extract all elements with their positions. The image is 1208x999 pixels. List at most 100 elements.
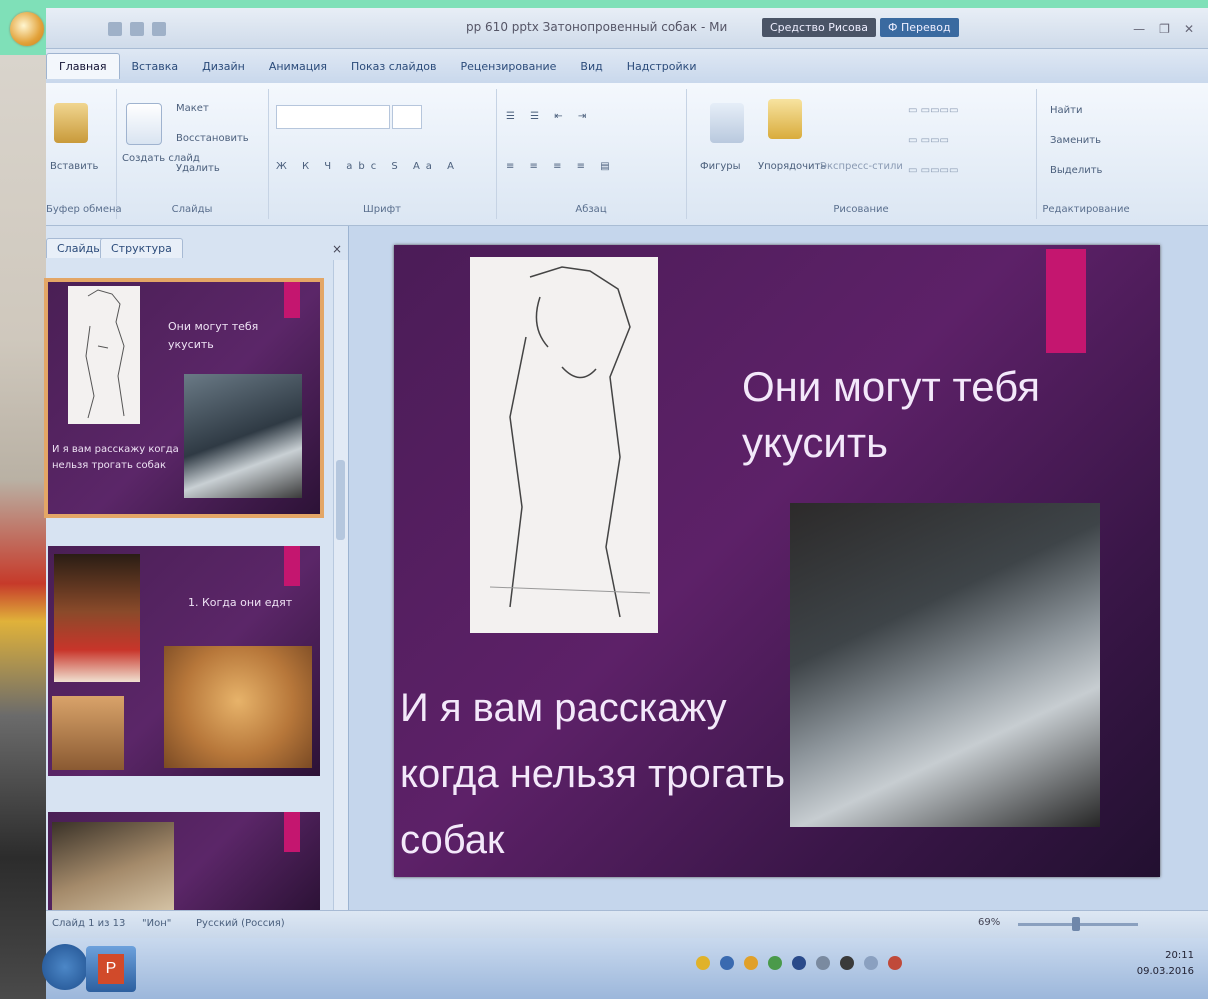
group-clipboard: Вставить Буфер обмена bbox=[46, 89, 122, 219]
undo-icon[interactable] bbox=[130, 22, 144, 36]
align-buttons[interactable]: ≡ ≡ ≡ ≡ ▤ bbox=[506, 161, 616, 172]
volume-icon[interactable] bbox=[840, 956, 854, 970]
tray-icon[interactable] bbox=[792, 956, 806, 970]
slides-panel: Слайды Структура × Они могут тебя укусит… bbox=[44, 226, 349, 910]
thumb-body: И я вам расскажу когда нельзя трогать со… bbox=[52, 444, 179, 471]
redo-icon[interactable] bbox=[152, 22, 166, 36]
reset-button[interactable]: Восстановить bbox=[176, 133, 249, 144]
quick-styles-button[interactable]: Экспресс-стили bbox=[820, 161, 903, 172]
network-icon[interactable] bbox=[864, 956, 878, 970]
clock-time: 20:11 bbox=[1165, 950, 1194, 961]
maximize-icon[interactable]: ❐ bbox=[1159, 22, 1170, 36]
tray-icon[interactable] bbox=[720, 956, 734, 970]
accent-bar bbox=[284, 812, 300, 852]
zoom-slider[interactable]: 69% bbox=[978, 915, 1188, 933]
font-format-buttons[interactable]: Ж К Ч abc S Aa A bbox=[276, 161, 460, 172]
start-button[interactable] bbox=[42, 944, 88, 990]
group-label: Рисование bbox=[833, 204, 889, 215]
paste-icon[interactable] bbox=[54, 103, 88, 143]
dog-sketch-image bbox=[68, 286, 140, 424]
replace-button[interactable]: Заменить bbox=[1050, 135, 1101, 146]
slide-title[interactable]: Они могут тебя укусить bbox=[742, 359, 1040, 471]
slide-body-line: когда нельзя трогать bbox=[400, 752, 786, 796]
tab-addins[interactable]: Надстройки bbox=[615, 54, 709, 79]
minimize-icon[interactable]: — bbox=[1133, 22, 1145, 36]
ribbon-tabs: Главная Вставка Дизайн Анимация Показ сл… bbox=[46, 49, 1208, 83]
quick-access-toolbar bbox=[108, 22, 166, 36]
title-bar: pp 610 pptx Затонопровенный собак - Mи С… bbox=[46, 8, 1208, 49]
shapes-button[interactable]: Фигуры bbox=[700, 161, 741, 172]
tray-icon[interactable] bbox=[768, 956, 782, 970]
slide-body-text[interactable]: И я вам расскажу когда нельзя трогать со… bbox=[400, 675, 785, 873]
tab-slideshow[interactable]: Показ слайдов bbox=[339, 54, 449, 79]
dog-sketch-image[interactable] bbox=[470, 257, 658, 633]
zoom-level[interactable]: 69% bbox=[978, 917, 1000, 928]
select-button[interactable]: Выделить bbox=[1050, 165, 1102, 176]
tab-animation[interactable]: Анимация bbox=[257, 54, 339, 79]
background-photo bbox=[0, 55, 46, 999]
thumb-title: 1. Когда они едят bbox=[188, 596, 293, 609]
tab-outline[interactable]: Структура bbox=[100, 238, 183, 258]
taskbar-powerpoint[interactable]: P bbox=[86, 946, 136, 992]
arrange-button[interactable]: Упорядочить bbox=[758, 161, 826, 172]
shape-outline-button[interactable]: ▭ ▭▭▭ bbox=[908, 135, 949, 146]
language-indicator[interactable]: Русский (Россия) bbox=[196, 918, 285, 929]
close-icon[interactable]: ✕ bbox=[1184, 22, 1194, 36]
dog-bite-photo[interactable] bbox=[790, 503, 1100, 827]
new-slide-icon[interactable] bbox=[126, 103, 162, 145]
paste-button[interactable]: Вставить bbox=[50, 161, 98, 172]
tray-icon[interactable] bbox=[744, 956, 758, 970]
tab-view[interactable]: Вид bbox=[568, 54, 614, 79]
taskbar: P 20:11 09.03.2016 bbox=[42, 938, 1208, 999]
dog-eating-photo bbox=[54, 554, 140, 682]
slide-counter: Слайд 1 из 13 bbox=[52, 918, 126, 929]
shape-fill-button[interactable]: ▭ ▭▭▭▭ bbox=[908, 105, 958, 116]
screen: pp 610 pptx Затонопровенный собак - Mи С… bbox=[0, 0, 1208, 999]
tab-insert[interactable]: Вставка bbox=[120, 54, 191, 79]
tab-review[interactable]: Рецензирование bbox=[449, 54, 569, 79]
slide-thumbnail-1[interactable]: Они могут тебя укусить И я вам расскажу … bbox=[44, 278, 324, 518]
panel-scrollbar[interactable] bbox=[333, 260, 348, 910]
delete-button[interactable]: Удалить bbox=[176, 163, 220, 174]
slide-thumbnail-2[interactable]: 1. Когда они едят bbox=[48, 546, 320, 776]
group-label: Абзац bbox=[575, 204, 607, 215]
shape-effects-button[interactable]: ▭ ▭▭▭▭ bbox=[908, 165, 958, 176]
font-size-select[interactable] bbox=[392, 105, 422, 129]
slide-title-line: укусить bbox=[742, 419, 888, 466]
window-title: pp 610 pptx Затонопровенный собак - Mи bbox=[466, 20, 728, 34]
current-slide[interactable]: Они могут тебя укусить И я вам расскажу … bbox=[394, 245, 1160, 877]
thumb-title: Они могут тебя укусить bbox=[168, 320, 259, 351]
tab-home[interactable]: Главная bbox=[46, 53, 120, 79]
accent-bar bbox=[284, 282, 300, 318]
slide-body-line: И я вам расскажу bbox=[400, 686, 727, 730]
group-editing: Найти Заменить Выделить Редактирование bbox=[1036, 89, 1136, 219]
contextual-tab-drawing[interactable]: Средство Рисова bbox=[762, 18, 876, 37]
tray-icon[interactable] bbox=[696, 956, 710, 970]
group-label: Буфер обмена bbox=[46, 204, 122, 215]
close-icon[interactable]: × bbox=[332, 242, 342, 256]
find-button[interactable]: Найти bbox=[1050, 105, 1082, 116]
tab-design[interactable]: Дизайн bbox=[190, 54, 257, 79]
office-button[interactable] bbox=[10, 12, 44, 46]
dog-bowl-photo bbox=[52, 696, 124, 770]
save-icon[interactable] bbox=[108, 22, 122, 36]
theme-name: "Ион" bbox=[142, 918, 172, 929]
group-label: Слайды bbox=[171, 204, 213, 215]
tray-icon[interactable] bbox=[888, 956, 902, 970]
slide-thumbnail-3[interactable] bbox=[48, 812, 320, 910]
tray-icon[interactable] bbox=[816, 956, 830, 970]
list-buttons[interactable]: ☰ ☰ ⇤ ⇥ bbox=[506, 111, 592, 122]
system-tray bbox=[696, 956, 902, 970]
font-name-select[interactable] bbox=[276, 105, 390, 129]
clock[interactable]: 20:11 09.03.2016 bbox=[1137, 948, 1194, 980]
shapes-icon[interactable] bbox=[710, 103, 744, 143]
layout-button[interactable]: Макет bbox=[176, 103, 209, 114]
arrange-icon[interactable] bbox=[768, 99, 802, 139]
dog-bite-photo bbox=[184, 374, 302, 498]
group-slides: Создать слайд Макет Восстановить Удалить… bbox=[116, 89, 269, 219]
ribbon: Вставить Буфер обмена Создать слайд Маке… bbox=[46, 83, 1208, 226]
contextual-tab-translate[interactable]: Ф Перевод bbox=[880, 18, 959, 37]
group-label: Шрифт bbox=[363, 204, 401, 215]
powerpoint-icon: P bbox=[98, 954, 124, 984]
dog-photo bbox=[52, 822, 174, 910]
